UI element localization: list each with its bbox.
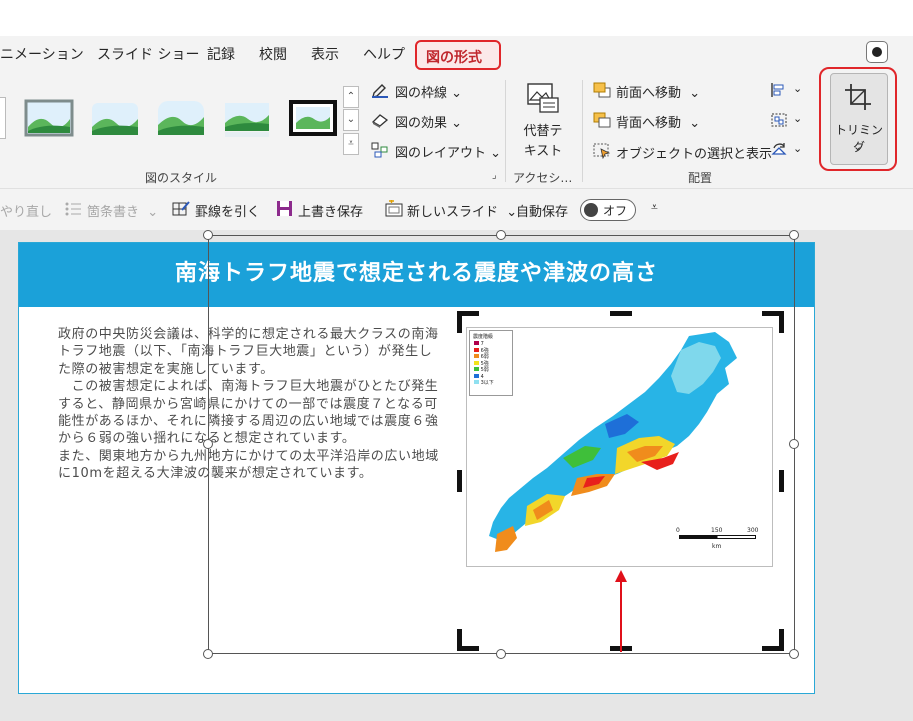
tab-help[interactable]: ヘルプ — [363, 44, 405, 64]
resize-handle-top-right[interactable] — [789, 230, 799, 240]
crop-handle-bottom-left[interactable] — [457, 646, 479, 651]
crop-highlight-annotation — [819, 67, 897, 171]
new-slide-button[interactable]: 新しいスライド ⌄ — [407, 201, 517, 220]
resize-handle-top-left[interactable] — [203, 230, 213, 240]
dialog-launcher-icon[interactable]: ⌟ — [492, 170, 497, 181]
style-thumbnail-1[interactable] — [24, 97, 74, 139]
crop-handle-bottom-right[interactable] — [762, 646, 784, 651]
picture-layout-button[interactable]: 図のレイアウト ⌄ — [395, 142, 501, 161]
save-button[interactable]: 上書き保存 — [298, 201, 363, 220]
tab-animation[interactable]: ニメーション — [0, 44, 84, 64]
alt-text-label-2: キスト — [523, 144, 563, 159]
group-dropdown-icon[interactable]: ⌄ — [793, 112, 802, 125]
gallery-scroll-down-icon[interactable]: ⌄ — [343, 109, 359, 131]
send-backward-label: 背面へ移動 — [616, 116, 682, 131]
window-top-strip — [0, 0, 913, 36]
picture-effects-button[interactable]: 図の効果 ⌄ — [395, 112, 462, 131]
bring-forward-icon — [593, 82, 611, 98]
picture-border-label: 図の枠線 — [395, 86, 448, 101]
gallery-item-partial[interactable] — [0, 97, 6, 139]
picture-border-button[interactable]: 図の枠線 ⌄ — [395, 82, 462, 101]
group-objects-icon[interactable] — [770, 112, 788, 128]
crop-handle-top-left-v[interactable] — [457, 311, 462, 333]
picture-layout-label: 図のレイアウト — [395, 146, 487, 161]
resize-handle-top[interactable] — [496, 230, 506, 240]
tab-picture-format-label: 図の形式 — [426, 50, 482, 66]
selection-pane-button[interactable]: オブジェクトの選択と表示 — [616, 143, 772, 162]
ribbon-separator — [505, 80, 506, 182]
picture-layout-icon — [371, 142, 388, 158]
toggle-knob — [584, 203, 598, 217]
effects-icon — [371, 114, 389, 128]
crop-handle-right[interactable] — [779, 470, 784, 492]
group-label-arrange: 配置 — [688, 171, 713, 185]
picture-style-icon — [225, 103, 269, 137]
send-backward-button[interactable]: 背面へ移動 ⌄ — [616, 112, 700, 131]
bullets-icon — [65, 202, 81, 216]
group-label-accessibility: アクセシ… — [513, 171, 573, 185]
new-slide-label: 新しいスライド — [407, 205, 499, 220]
selection-outline — [208, 235, 795, 654]
alt-text-icon — [527, 83, 559, 113]
ribbon-separator — [582, 80, 583, 182]
alt-text-button[interactable]: 代替テ キスト — [516, 122, 570, 162]
autosave-state: オフ — [603, 204, 628, 218]
autosave-label: 自動保存 — [516, 205, 569, 220]
picture-style-icon — [158, 101, 204, 135]
alt-text-label-1: 代替テ — [523, 124, 563, 139]
style-thumbnail-2[interactable] — [90, 97, 140, 139]
style-thumbnail-5[interactable] — [288, 97, 338, 139]
picture-effects-label: 図の効果 — [395, 116, 448, 131]
style-thumbnail-3[interactable] — [156, 97, 206, 139]
tab-view[interactable]: 表示 — [311, 44, 339, 64]
picture-style-icon — [24, 99, 74, 137]
draw-line-button[interactable]: 罫線を引く — [195, 201, 260, 220]
align-dropdown-icon[interactable]: ⌄ — [793, 82, 802, 95]
tab-record[interactable]: 記録 — [207, 44, 235, 64]
group-label-picture-styles: 図のスタイル — [145, 171, 218, 185]
resize-handle-left[interactable] — [203, 439, 213, 449]
new-slide-icon — [385, 200, 403, 217]
save-icon — [277, 201, 292, 216]
resize-handle-bottom-right[interactable] — [789, 649, 799, 659]
gallery-scroll-up-icon[interactable]: ⌃ — [343, 86, 359, 108]
picture-style-icon — [289, 100, 337, 136]
autosave-toggle[interactable]: オフ — [580, 199, 636, 221]
bullets-button[interactable]: 箇条書き ⌄ — [87, 201, 158, 220]
record-icon[interactable] — [866, 41, 888, 63]
customize-qat-icon[interactable]: ⩡ — [651, 200, 658, 215]
picture-style-icon — [92, 103, 138, 135]
tab-picture-format[interactable]: 図の形式 — [415, 40, 501, 70]
bullets-label: 箇条書き — [87, 205, 140, 220]
rotate-icon[interactable] — [770, 142, 788, 158]
tab-slideshow[interactable]: スライド ショー — [97, 44, 199, 64]
resize-handle-right[interactable] — [789, 439, 799, 449]
resize-handle-bottom-left[interactable] — [203, 649, 213, 659]
crop-handle-top-right-v[interactable] — [779, 311, 784, 333]
send-backward-icon — [593, 112, 611, 128]
bring-forward-button[interactable]: 前面へ移動 ⌄ — [616, 82, 700, 101]
align-icon[interactable] — [770, 82, 788, 98]
gallery-expand-icon[interactable]: ⩡ — [343, 133, 359, 155]
style-thumbnail-4[interactable] — [222, 97, 272, 139]
red-arrow-annotation — [615, 570, 627, 652]
crop-handle-top[interactable] — [610, 311, 632, 316]
draw-table-icon — [172, 201, 190, 216]
bring-forward-label: 前面へ移動 — [616, 86, 682, 101]
tab-review[interactable]: 校閲 — [259, 44, 287, 64]
selection-pane-icon — [593, 143, 611, 159]
rotate-dropdown-icon[interactable]: ⌄ — [793, 142, 802, 155]
resize-handle-bottom[interactable] — [496, 649, 506, 659]
redo-button[interactable]: やり直し — [0, 201, 52, 220]
pen-border-icon — [372, 84, 388, 98]
crop-handle-left[interactable] — [457, 470, 462, 492]
